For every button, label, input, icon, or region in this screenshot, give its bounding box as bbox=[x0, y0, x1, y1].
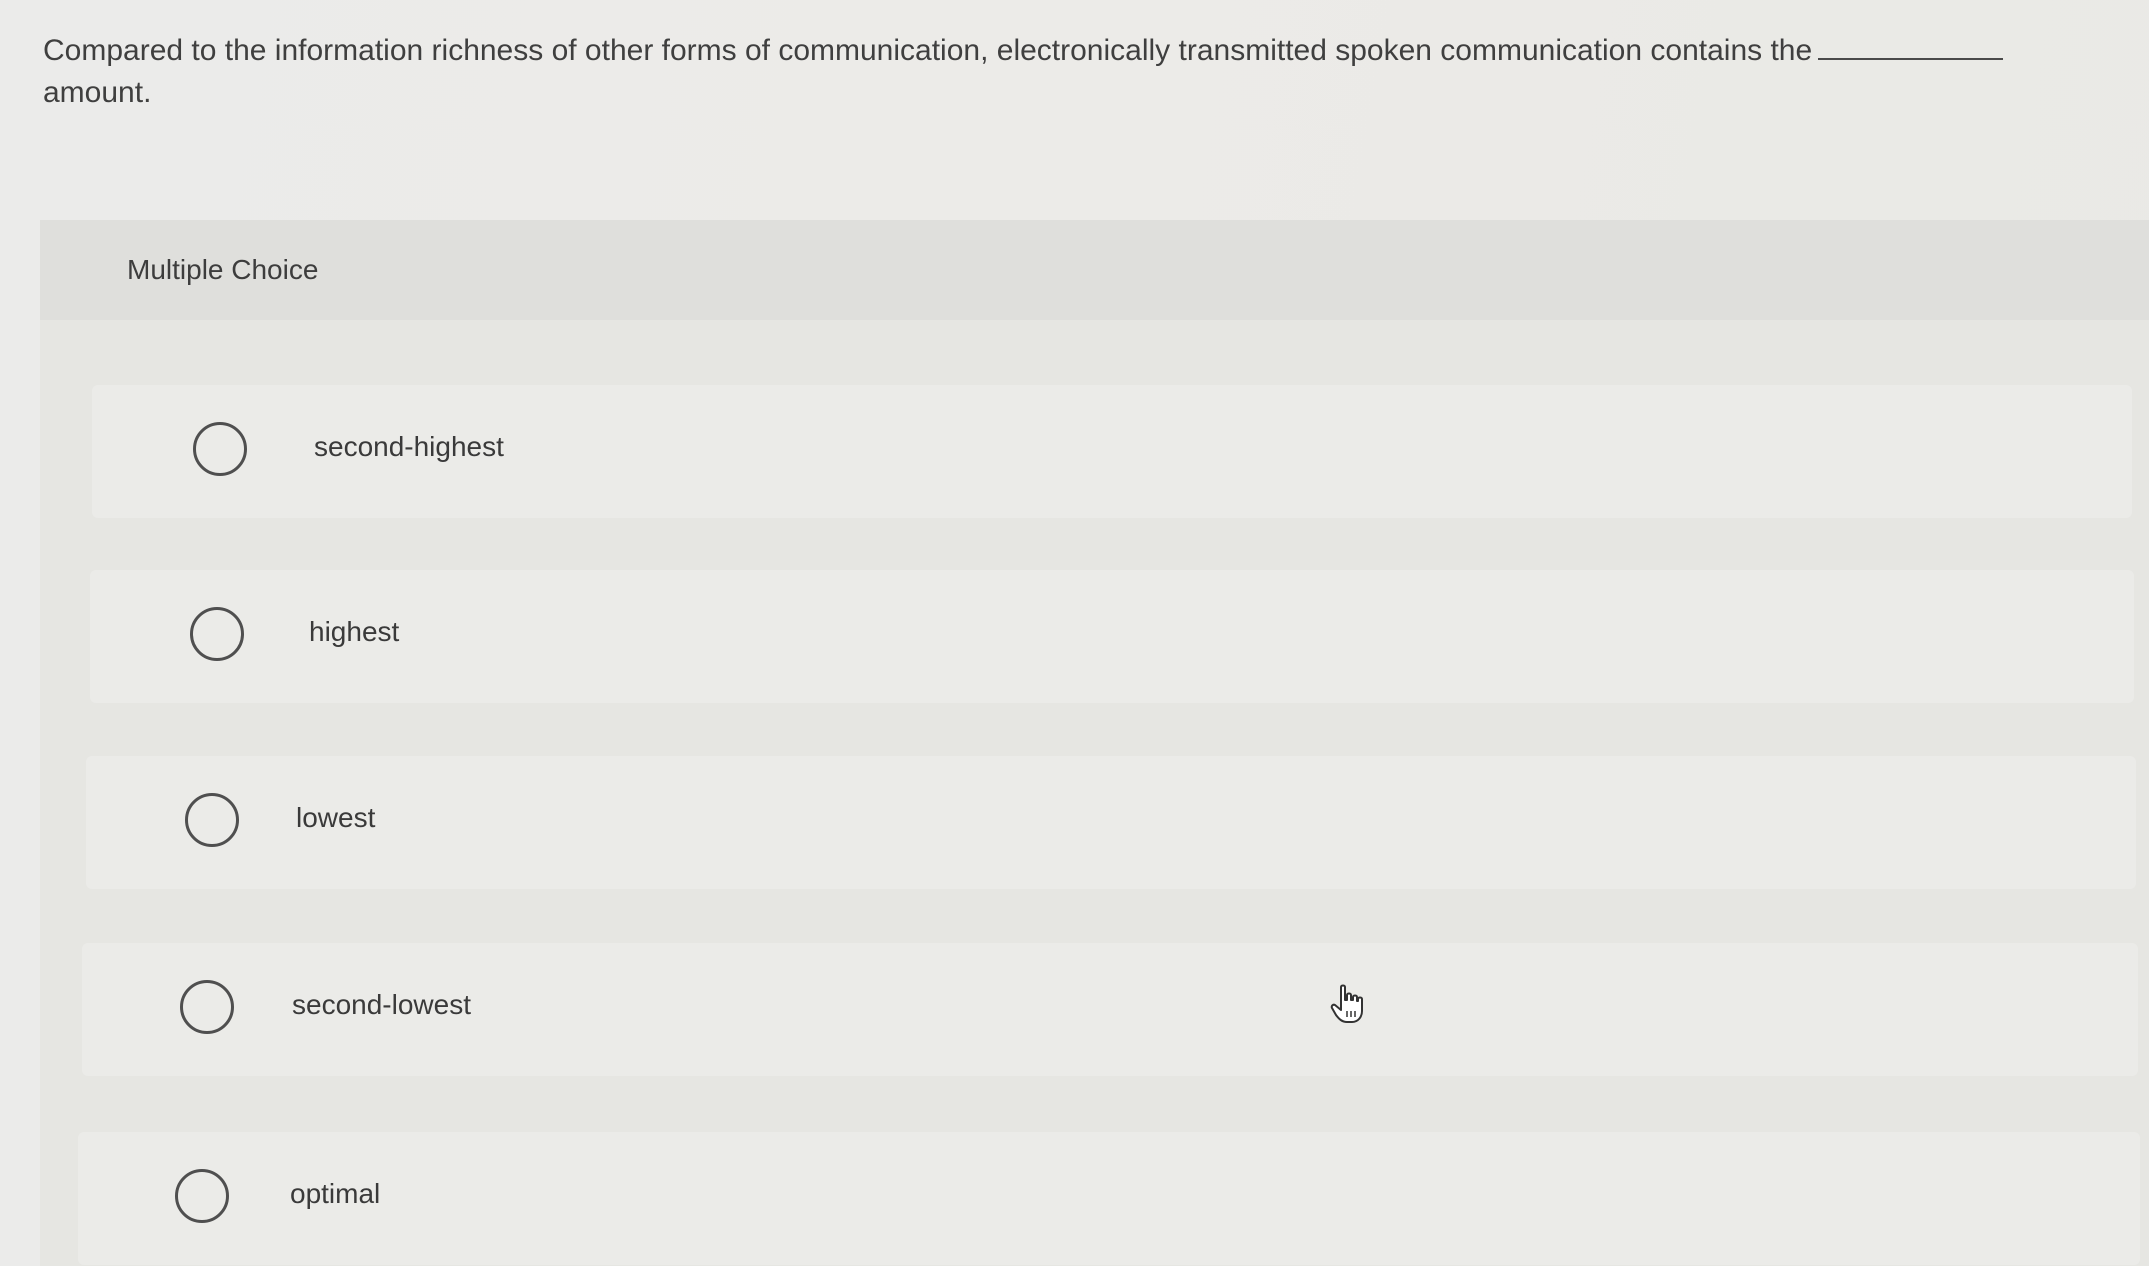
option-label[interactable]: optimal bbox=[290, 1178, 380, 1210]
radio-button[interactable] bbox=[180, 980, 234, 1034]
option-label[interactable]: second-highest bbox=[314, 431, 504, 463]
question-stem: Compared to the information richness of … bbox=[43, 34, 1813, 67]
option-highest[interactable]: highest bbox=[90, 570, 2134, 703]
question-text: Compared to the information richness of … bbox=[43, 30, 2123, 114]
hand-pointer-icon bbox=[1330, 984, 1363, 1023]
multiple-choice-panel: Multiple Choice second-highest highest l… bbox=[40, 220, 2149, 1266]
option-label[interactable]: lowest bbox=[296, 802, 375, 834]
panel-header-label: Multiple Choice bbox=[127, 254, 319, 285]
option-second-lowest[interactable]: second-lowest bbox=[82, 943, 2138, 1076]
option-label[interactable]: highest bbox=[309, 616, 399, 648]
option-label[interactable]: second-lowest bbox=[292, 989, 471, 1021]
radio-button[interactable] bbox=[193, 422, 247, 476]
radio-button[interactable] bbox=[190, 607, 244, 661]
answer-blank bbox=[1818, 32, 2004, 60]
radio-button[interactable] bbox=[185, 793, 239, 847]
option-second-highest[interactable]: second-highest bbox=[92, 385, 2132, 518]
options-list: second-highest highest lowest second-low… bbox=[40, 320, 2149, 1266]
option-lowest[interactable]: lowest bbox=[86, 756, 2136, 889]
question-stem-end: amount. bbox=[43, 76, 152, 109]
panel-header: Multiple Choice bbox=[40, 220, 2149, 320]
option-optimal[interactable]: optimal bbox=[78, 1132, 2140, 1265]
radio-button[interactable] bbox=[175, 1169, 229, 1223]
